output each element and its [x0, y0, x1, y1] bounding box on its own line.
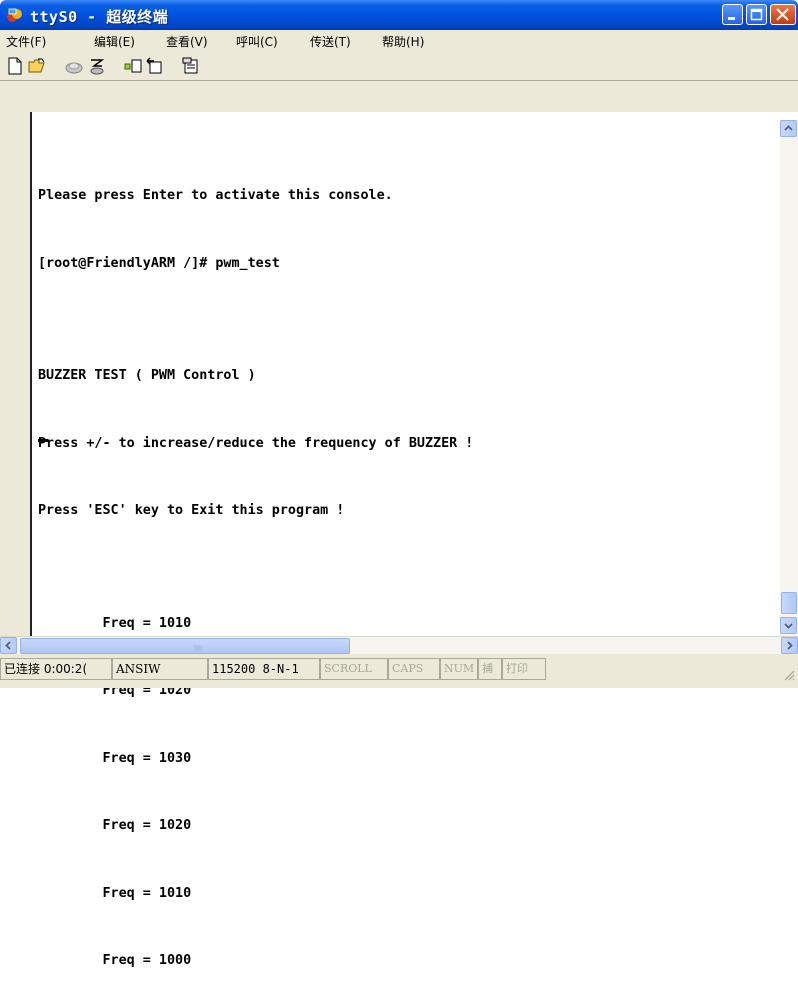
horizontal-scroll-thumb[interactable]: |||| — [20, 638, 350, 654]
title-bar[interactable]: ttyS0 - 超级终端 — [0, 0, 798, 30]
status-scroll: SCROLL — [320, 658, 388, 680]
scroll-left-button[interactable] — [0, 637, 17, 654]
close-icon — [776, 8, 789, 21]
receive-icon[interactable] — [146, 57, 164, 75]
left-margin — [0, 112, 30, 636]
new-connection-icon[interactable] — [6, 57, 24, 75]
text-cursor — [38, 439, 48, 442]
menu-transfer[interactable]: 传送(T) — [310, 33, 351, 50]
menu-file[interactable]: 文件(F) — [6, 33, 46, 50]
chevron-up-icon — [784, 125, 793, 131]
toolbar — [0, 52, 798, 81]
maximize-button[interactable] — [746, 4, 767, 25]
scroll-down-button[interactable] — [780, 617, 797, 634]
terminal-line: BUZZER TEST ( PWM Control ) — [38, 368, 256, 383]
open-icon[interactable] — [28, 57, 46, 75]
terminal-line: Freq = 1030 — [38, 750, 192, 766]
maximize-icon — [750, 8, 763, 21]
terminal-line: Freq = 1020 — [38, 818, 192, 833]
chevron-right-icon — [787, 641, 793, 650]
terminal-line: Press +/- to increase/reduce the frequen… — [38, 435, 474, 451]
vertical-scroll-thumb[interactable] — [781, 592, 797, 614]
menu-bar: 文件(F) 编辑(E) 查看(V) 呼叫(C) 传送(T) 帮助(H) — [0, 30, 798, 52]
vertical-scrollbar[interactable] — [780, 120, 798, 636]
terminal-line: Freq = 1010 — [38, 885, 192, 901]
minimize-icon — [728, 17, 735, 20]
status-emulation: ANSIW — [112, 658, 208, 680]
scroll-right-button[interactable] — [781, 637, 798, 654]
menu-call[interactable]: 呼叫(C) — [236, 33, 278, 50]
terminal-line: Please press Enter to activate this cons… — [38, 188, 393, 203]
hyperterminal-icon — [7, 8, 22, 22]
terminal-line: Freq = 1010 — [38, 615, 192, 631]
status-connected-time: 已连接 0:00:2( — [0, 658, 112, 680]
send-icon[interactable] — [124, 57, 142, 75]
minimize-button[interactable] — [722, 4, 743, 25]
status-bar: 已连接 0:00:2( ANSIW 115200 8-N-1 SCROLL CA… — [0, 654, 798, 688]
thumb-grip: |||| — [194, 645, 203, 652]
chevron-left-icon — [5, 641, 11, 650]
close-button[interactable] — [770, 4, 796, 25]
chevron-down-icon — [784, 623, 793, 629]
status-capture: 捕 — [478, 658, 502, 680]
status-caps: CAPS — [388, 658, 440, 680]
terminal-line: Freq = 1000 — [38, 953, 192, 968]
disconnect-icon[interactable] — [65, 57, 83, 75]
scroll-up-button[interactable] — [780, 120, 797, 137]
resize-grip-icon[interactable] — [782, 668, 796, 682]
terminal-line: [root@FriendlyARM /]# pwm_test — [38, 255, 280, 271]
menu-help[interactable]: 帮助(H) — [382, 33, 424, 50]
menu-view[interactable]: 查看(V) — [166, 33, 208, 50]
dial-icon[interactable] — [88, 57, 106, 75]
terminal-left-border — [30, 112, 32, 636]
terminal-output: Please press Enter to activate this cons… — [38, 140, 473, 995]
status-num: NUM — [440, 658, 478, 680]
window-title: ttyS0 - 超级终端 — [30, 8, 169, 26]
terminal-line: Press 'ESC' key to Exit this program ! — [38, 503, 345, 518]
horizontal-scrollbar[interactable]: |||| — [0, 636, 798, 655]
status-print: 打印 — [502, 658, 546, 680]
menu-edit[interactable]: 编辑(E) — [94, 33, 135, 50]
status-port-settings: 115200 8-N-1 — [208, 658, 320, 680]
toolbar-separator-area — [0, 81, 798, 112]
properties-icon[interactable] — [182, 57, 200, 75]
